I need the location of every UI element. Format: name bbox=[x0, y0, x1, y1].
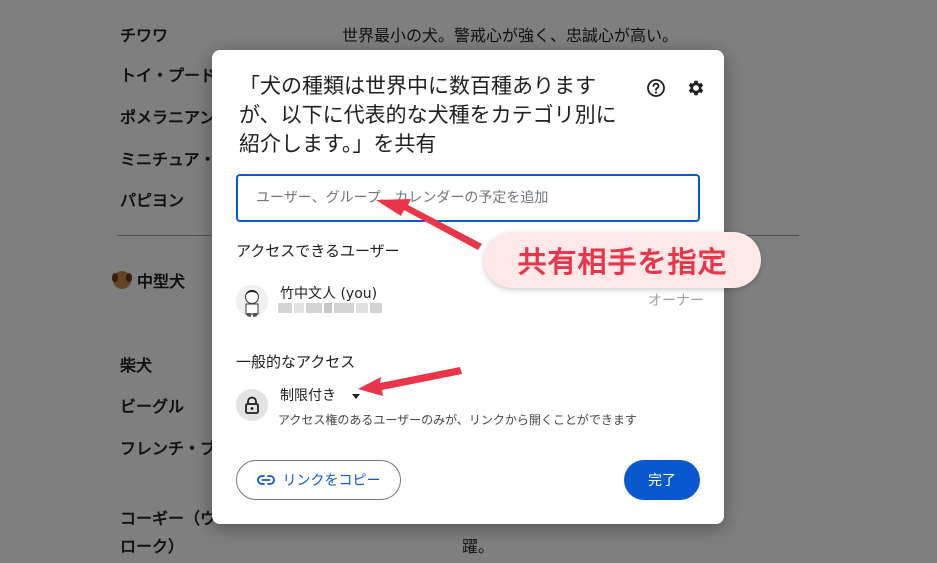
general-access-description: アクセス権のあるユーザーのみが、リンクから開くことができます bbox=[278, 413, 637, 427]
caret-down-icon bbox=[352, 393, 360, 399]
user-role: オーナー bbox=[648, 293, 704, 309]
lock-icon bbox=[236, 389, 268, 421]
dialog-title: 「犬の種類は世界中に数百種ありますが、以下に代表的な犬種をカテゴリ別に紹介します… bbox=[239, 74, 617, 156]
user-row: 竹中文人 (you) オーナー bbox=[236, 282, 704, 322]
general-access-dropdown[interactable]: 制限付き bbox=[280, 385, 360, 405]
help-icon[interactable] bbox=[644, 76, 668, 100]
annotation-callout: 共有相手を指定 bbox=[484, 232, 761, 288]
copy-link-button[interactable]: リンクをコピー bbox=[236, 460, 401, 500]
link-icon bbox=[256, 475, 275, 485]
add-people-input[interactable] bbox=[236, 174, 700, 222]
user-email-redacted bbox=[278, 303, 382, 313]
general-access-heading: 一般的なアクセス bbox=[236, 353, 356, 371]
gear-icon[interactable] bbox=[684, 76, 708, 100]
general-access-value: 制限付き bbox=[280, 388, 336, 404]
user-name: 竹中文人 (you) bbox=[280, 286, 378, 302]
done-button[interactable]: 完了 bbox=[624, 460, 700, 500]
people-with-access-heading: アクセスできるユーザー bbox=[236, 242, 400, 260]
avatar bbox=[236, 285, 268, 317]
copy-link-label: リンクをコピー bbox=[282, 473, 381, 489]
